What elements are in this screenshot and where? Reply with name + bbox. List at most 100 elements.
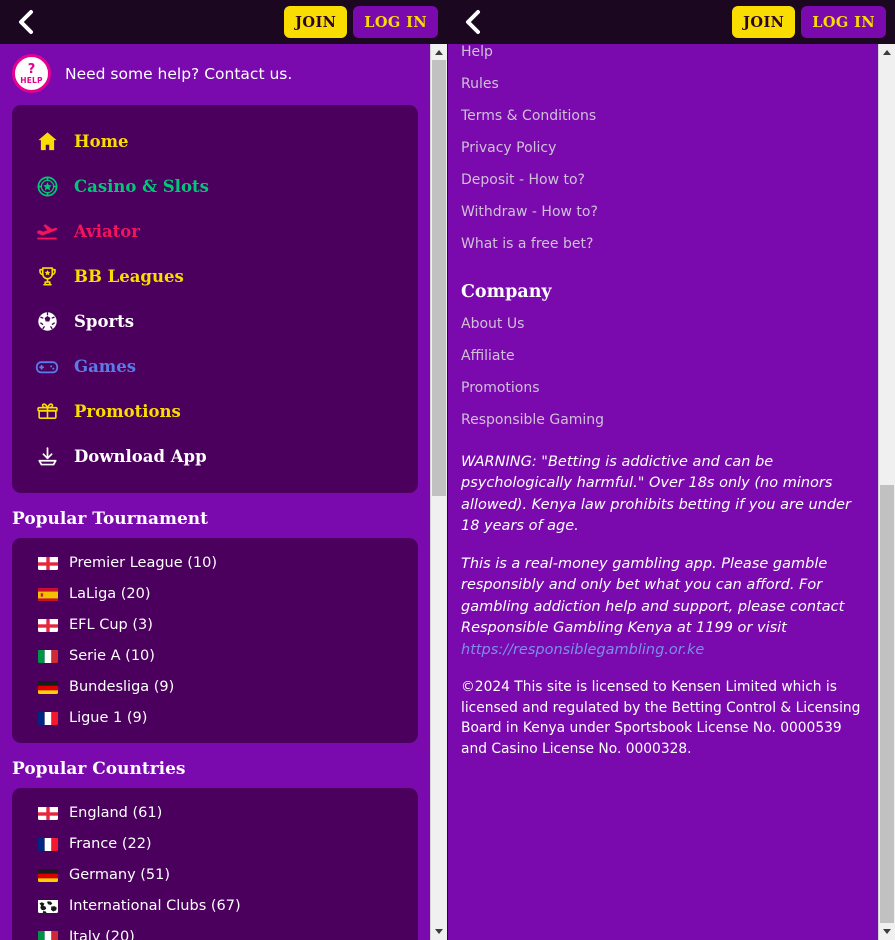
help-contact-text: Need some help? Contact us. [65, 64, 293, 83]
list-item-label: Germany (51) [69, 866, 171, 883]
list-item[interactable]: Italy (20) [12, 921, 418, 940]
list-item[interactable]: Serie A (10) [12, 640, 418, 671]
legal-block: WARNING: "Betting is addictive and can b… [447, 436, 878, 760]
footer-link-promotions[interactable]: Promotions [447, 372, 878, 404]
list-item[interactable]: Premier League (10) [12, 547, 418, 578]
list-item-label: EFL Cup (3) [69, 616, 153, 633]
popular-countries-title: Popular Countries [12, 759, 186, 779]
footer-link-rules[interactable]: Rules [447, 68, 878, 100]
list-item[interactable]: Bundesliga (9) [12, 671, 418, 702]
list-item[interactable]: Ligue 1 (9) [12, 702, 418, 733]
list-item-label: England (61) [69, 804, 163, 821]
menu-item-download-app[interactable]: Download App [12, 434, 418, 479]
menu-item-label: Games [74, 357, 137, 376]
company-title: Company [461, 282, 552, 302]
list-item[interactable]: EFL Cup (3) [12, 609, 418, 640]
triangle-down-icon [435, 929, 443, 934]
list-item-label: International Clubs (67) [69, 897, 241, 914]
login-button[interactable]: LOG IN [801, 6, 886, 38]
menu-item-bb-leagues[interactable]: BB Leagues [12, 254, 418, 299]
footer-link-about-us[interactable]: About Us [447, 308, 878, 340]
footer-link-affiliate[interactable]: Affiliate [447, 340, 878, 372]
casino-chip-icon [34, 174, 60, 200]
menu-item-aviator[interactable]: Aviator [12, 209, 418, 254]
italy-flag [38, 930, 58, 940]
customer-support-links: Help Rules Terms & Conditions Privacy Polic… [447, 44, 878, 260]
legal-warning: WARNING: "Betting is addictive and can b… [461, 454, 851, 535]
popular-tournament-title: Popular Tournament [12, 509, 209, 529]
scroll-up-arrow[interactable] [431, 44, 447, 61]
list-item[interactable]: France (22) [12, 828, 418, 859]
main-menu-card: Home Casino & Slots Aviator BB Leagues Sport… [12, 105, 418, 493]
help-badge-question: ? [27, 62, 36, 78]
join-button[interactable]: JOIN [732, 6, 796, 38]
scrollbar-thumb[interactable] [432, 60, 446, 496]
footer-link-help[interactable]: Help [447, 44, 878, 68]
menu-item-games[interactable]: Games [12, 344, 418, 389]
menu-item-promotions[interactable]: Promotions [12, 389, 418, 434]
footer-link-withdraw-how-to[interactable]: Withdraw - How to? [447, 196, 878, 228]
scrollbar-thumb[interactable] [880, 485, 894, 923]
gift-icon [34, 399, 60, 425]
popular-tournament-card: Premier League (10) LaLiga (20) EFL Cup (3… [12, 538, 418, 743]
menu-item-label: BB Leagues [74, 267, 184, 286]
scroll-down-arrow[interactable] [879, 923, 895, 940]
home-icon [34, 129, 60, 155]
spain-flag [38, 587, 58, 601]
soccer-ball-icon [34, 309, 60, 335]
left-scroll-area: ? HELP Need some help? Contact us. Home C… [0, 44, 430, 940]
company-links: About Us Affiliate Promotions Responsible G… [447, 308, 878, 436]
footer-link-responsible-gaming[interactable]: Responsible Gaming [447, 404, 878, 436]
list-item[interactable]: Germany (51) [12, 859, 418, 890]
triangle-up-icon [883, 50, 891, 55]
back-button-right[interactable] [451, 0, 495, 44]
back-button[interactable] [4, 0, 48, 44]
responsible-gambling-link[interactable]: https://responsiblegambling.or.ke [461, 642, 704, 658]
help-contact-strip[interactable]: ? HELP Need some help? Contact us. [0, 44, 430, 105]
menu-item-label: Casino & Slots [74, 177, 209, 196]
right-scrollbar[interactable] [878, 44, 895, 940]
menu-item-label: Aviator [74, 222, 140, 241]
france-flag [38, 837, 58, 851]
list-item-label: LaLiga (20) [69, 585, 151, 602]
menu-item-sports[interactable]: Sports [12, 299, 418, 344]
menu-item-label: Home [74, 132, 129, 151]
popular-countries-card: England (61) France (22) Germany (51) Inter… [12, 788, 418, 940]
left-pane: JOIN LOG IN ? HELP Need some help? Conta… [0, 0, 447, 940]
menu-item-label: Download App [74, 447, 207, 466]
left-scrollbar[interactable] [430, 44, 447, 940]
gamepad-icon [34, 354, 60, 380]
footer-link-deposit-how-to[interactable]: Deposit - How to? [447, 164, 878, 196]
footer-link-privacy-policy[interactable]: Privacy Policy [447, 132, 878, 164]
help-badge-label: HELP [20, 76, 43, 86]
italy-flag [38, 649, 58, 663]
list-item-label: Bundesliga (9) [69, 678, 175, 695]
login-button[interactable]: LOG IN [353, 6, 438, 38]
list-item-label: France (22) [69, 835, 152, 852]
trophy-icon [34, 264, 60, 290]
chevron-left-icon [463, 9, 483, 35]
chevron-left-icon [16, 9, 36, 35]
list-item[interactable]: England (61) [12, 797, 418, 828]
menu-item-casino-slots[interactable]: Casino & Slots [12, 164, 418, 209]
help-badge-icon: ? HELP [12, 54, 51, 93]
app-screen: JOIN LOG IN ? HELP Need some help? Conta… [0, 0, 895, 940]
list-item[interactable]: LaLiga (20) [12, 578, 418, 609]
menu-item-label: Sports [74, 312, 135, 331]
germany-flag [38, 868, 58, 882]
legal-responsible: This is a real-money gambling app. Pleas… [461, 554, 864, 661]
england-flag [38, 618, 58, 632]
list-item[interactable]: International Clubs (67) [12, 890, 418, 921]
join-button[interactable]: JOIN [284, 6, 348, 38]
menu-item-home[interactable]: Home [12, 119, 418, 164]
list-item-label: Ligue 1 (9) [69, 709, 148, 726]
scroll-up-arrow[interactable] [879, 44, 895, 61]
list-item-label: Premier League (10) [69, 554, 218, 571]
airplane-icon [34, 219, 60, 245]
footer-link-terms-conditions[interactable]: Terms & Conditions [447, 100, 878, 132]
legal-copyright: ©2024 This site is licensed to Kensen Li… [461, 679, 861, 758]
footer-link-what-is-a-free-bet[interactable]: What is a free bet? [447, 228, 878, 260]
france-flag [38, 711, 58, 725]
top-bar-left: JOIN LOG IN [0, 0, 447, 44]
scroll-down-arrow[interactable] [431, 923, 447, 940]
